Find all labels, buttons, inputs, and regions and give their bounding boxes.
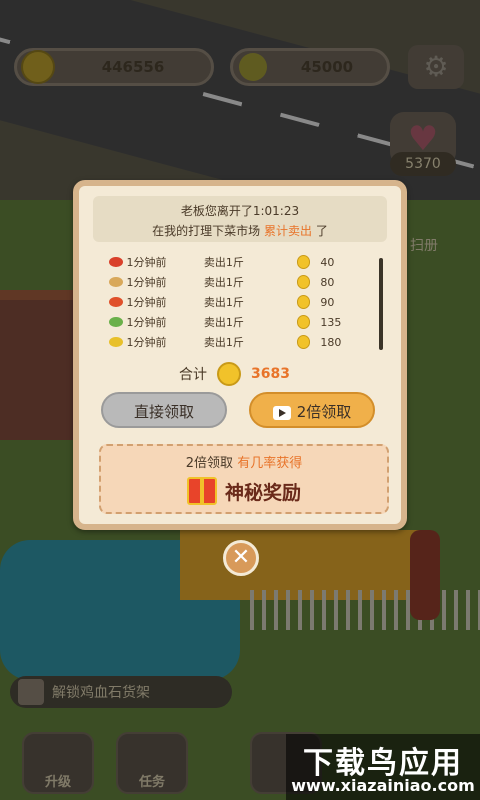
coin-icon: [217, 362, 241, 386]
dialog-header: 老板您离开了1:01:23 在我的打理下菜市场 累计卖出 了: [93, 196, 387, 242]
sale-time: 1分钟前: [126, 256, 167, 269]
sale-row: 1分钟前 卖出1斤 80: [109, 272, 359, 292]
corn-icon: [109, 337, 123, 347]
sale-row: 1分钟前 卖出1斤 40: [109, 252, 359, 272]
tomato-icon: [109, 257, 123, 267]
coin-icon: [296, 255, 311, 269]
sale-action: 卖出1斤: [203, 296, 244, 309]
sale-amount: 80: [320, 275, 335, 289]
reward-prefix: 2倍领取: [185, 456, 234, 471]
total-value: 3683: [251, 366, 290, 382]
total-label: 合计: [179, 367, 207, 383]
sale-action: 卖出1斤: [203, 256, 244, 269]
sale-time: 1分钟前: [126, 316, 167, 329]
coin-icon: [296, 315, 311, 329]
summary-prefix: 在我的打理下菜市场: [152, 224, 261, 238]
offline-earnings-dialog: 老板您离开了1:01:23 在我的打理下菜市场 累计卖出 了 1分钟前 卖出1斤 4…: [73, 180, 407, 530]
summary-suffix: 了: [315, 224, 328, 238]
carrot-icon: [109, 297, 123, 307]
watermark: 下载鸟应用 www.xiazainiao.com: [286, 734, 480, 800]
coin-icon: [296, 295, 311, 309]
sales-scrollbar[interactable]: [379, 258, 383, 350]
sale-time: 1分钟前: [126, 336, 167, 349]
sale-action: 卖出1斤: [203, 336, 244, 349]
mystery-reward-box[interactable]: 2倍领取 有几率获得 神秘奖励: [99, 444, 389, 514]
reward-note: 2倍领取 有几率获得: [101, 452, 387, 471]
away-time-text: 老板您离开了1:01:23: [180, 204, 300, 218]
claim-direct-button[interactable]: 直接领取: [101, 392, 227, 428]
claim-direct-label: 直接领取: [133, 403, 194, 421]
sale-row: 1分钟前 卖出1斤 135: [109, 312, 359, 332]
cucumber-icon: [109, 317, 123, 327]
close-icon[interactable]: ✕: [223, 540, 259, 576]
reward-title: 神秘奖励: [224, 481, 301, 504]
sale-row: 1分钟前 卖出1斤 90: [109, 292, 359, 312]
watermark-url: www.xiazainiao.com: [291, 776, 475, 795]
summary-text: 在我的打理下菜市场 累计卖出 了: [93, 222, 387, 239]
sale-time: 1分钟前: [126, 276, 167, 289]
potato-icon: [109, 277, 123, 287]
summary-highlight: 累计卖出: [263, 224, 312, 238]
total-row: 合计 3683: [179, 362, 290, 386]
video-play-icon: [272, 405, 291, 420]
sale-row: 1分钟前 卖出1斤 180: [109, 332, 359, 352]
coin-icon: [296, 335, 311, 349]
sale-action: 卖出1斤: [203, 316, 244, 329]
sale-amount: 40: [320, 255, 335, 269]
sale-amount: 135: [320, 315, 342, 329]
sale-amount: 180: [320, 335, 342, 349]
sales-list[interactable]: 1分钟前 卖出1斤 40 1分钟前 卖出1斤 80 1分钟前 卖出1斤 90 1分钟前 卖出1斤 13…: [109, 252, 359, 352]
claim-double-label: 2倍领取: [296, 403, 352, 421]
coin-icon: [296, 275, 311, 289]
sale-action: 卖出1斤: [203, 276, 244, 289]
gift-icon: [186, 477, 217, 505]
sale-amount: 90: [320, 295, 335, 309]
claim-double-button[interactable]: 2倍领取: [249, 392, 375, 428]
sale-time: 1分钟前: [126, 296, 167, 309]
reward-title-row: 神秘奖励: [101, 477, 387, 505]
reward-highlight: 有几率获得: [237, 456, 303, 471]
